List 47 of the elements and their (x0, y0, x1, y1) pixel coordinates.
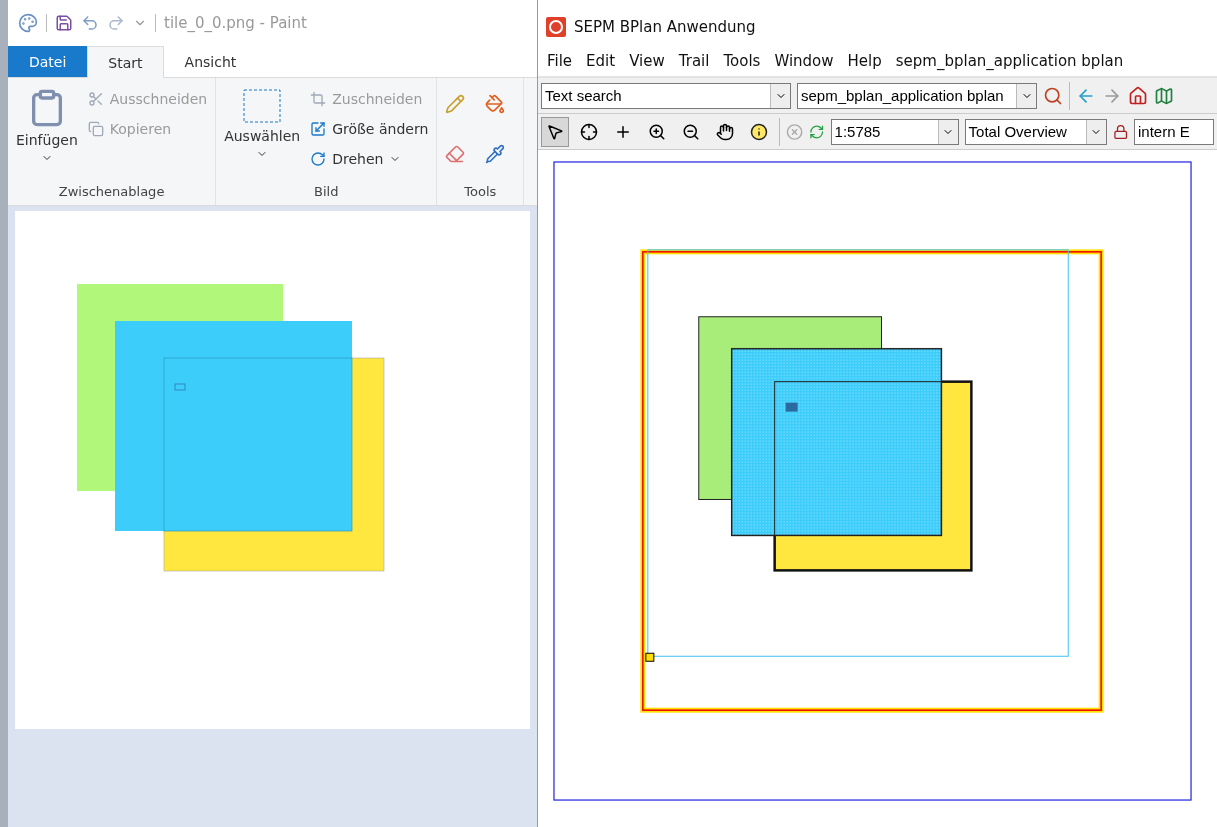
paint-bucket-icon[interactable] (485, 94, 506, 114)
window-title: tile_0_0.png - Paint (164, 14, 307, 32)
app-logo-icon (546, 17, 566, 37)
ribbon-button[interactable]: Größe ändern (310, 114, 429, 144)
menu-item[interactable]: Tools (716, 52, 768, 70)
resize-icon (310, 121, 327, 137)
paint-app-icon (18, 13, 38, 33)
eraser-icon[interactable] (445, 144, 466, 164)
paste-button[interactable]: Einfügen (16, 84, 78, 184)
ribbon-tab[interactable]: Start (87, 46, 164, 78)
select-button[interactable]: Auswählen (224, 84, 301, 184)
rotate-icon (310, 151, 327, 167)
zoom-out-icon (682, 122, 700, 141)
layer-field[interactable]: intern E (1134, 118, 1214, 145)
ribbon-button[interactable]: Drehen (310, 144, 429, 174)
menu-item[interactable]: Help (840, 52, 889, 70)
info-icon (750, 122, 768, 141)
save-icon[interactable] (55, 14, 73, 32)
crop-icon (310, 91, 327, 107)
pointer-icon (546, 122, 564, 141)
application-combo[interactable]: sepm_bplan_application bplan (797, 82, 1037, 109)
lock-icon[interactable] (1112, 122, 1128, 141)
menu-item[interactable]: View (622, 52, 672, 70)
menu-item[interactable]: sepm_bplan_application bplan (888, 52, 1131, 70)
menu-item[interactable]: File (540, 52, 580, 70)
zoom-in-icon (648, 122, 666, 141)
group-label: Bild (313, 184, 340, 201)
tool-button[interactable] (541, 116, 569, 147)
hand-icon (716, 122, 734, 141)
undo-icon[interactable] (81, 14, 99, 32)
home-icon[interactable] (1128, 85, 1148, 106)
menu-item[interactable]: Edit (579, 52, 623, 70)
window-title: SEPM BPlan Anwendung (574, 18, 756, 36)
menu-item[interactable]: Window (767, 52, 841, 70)
view-combo[interactable]: Total Overview (964, 118, 1107, 145)
group-label: Zwischenablage (57, 184, 166, 201)
search-combo[interactable]: Text search (541, 82, 791, 109)
pipette-icon[interactable] (485, 144, 506, 164)
search-icon[interactable] (1043, 85, 1063, 106)
map-icon[interactable] (1154, 85, 1174, 106)
file-menu-tab[interactable]: Datei (8, 46, 88, 77)
menu-item[interactable]: Trail (671, 52, 717, 70)
copy-icon (87, 121, 104, 137)
scale-combo[interactable]: 1:5785 (830, 118, 959, 145)
scissors-icon (87, 91, 104, 107)
group-label: Tools (463, 184, 498, 201)
selection-icon (242, 88, 283, 124)
